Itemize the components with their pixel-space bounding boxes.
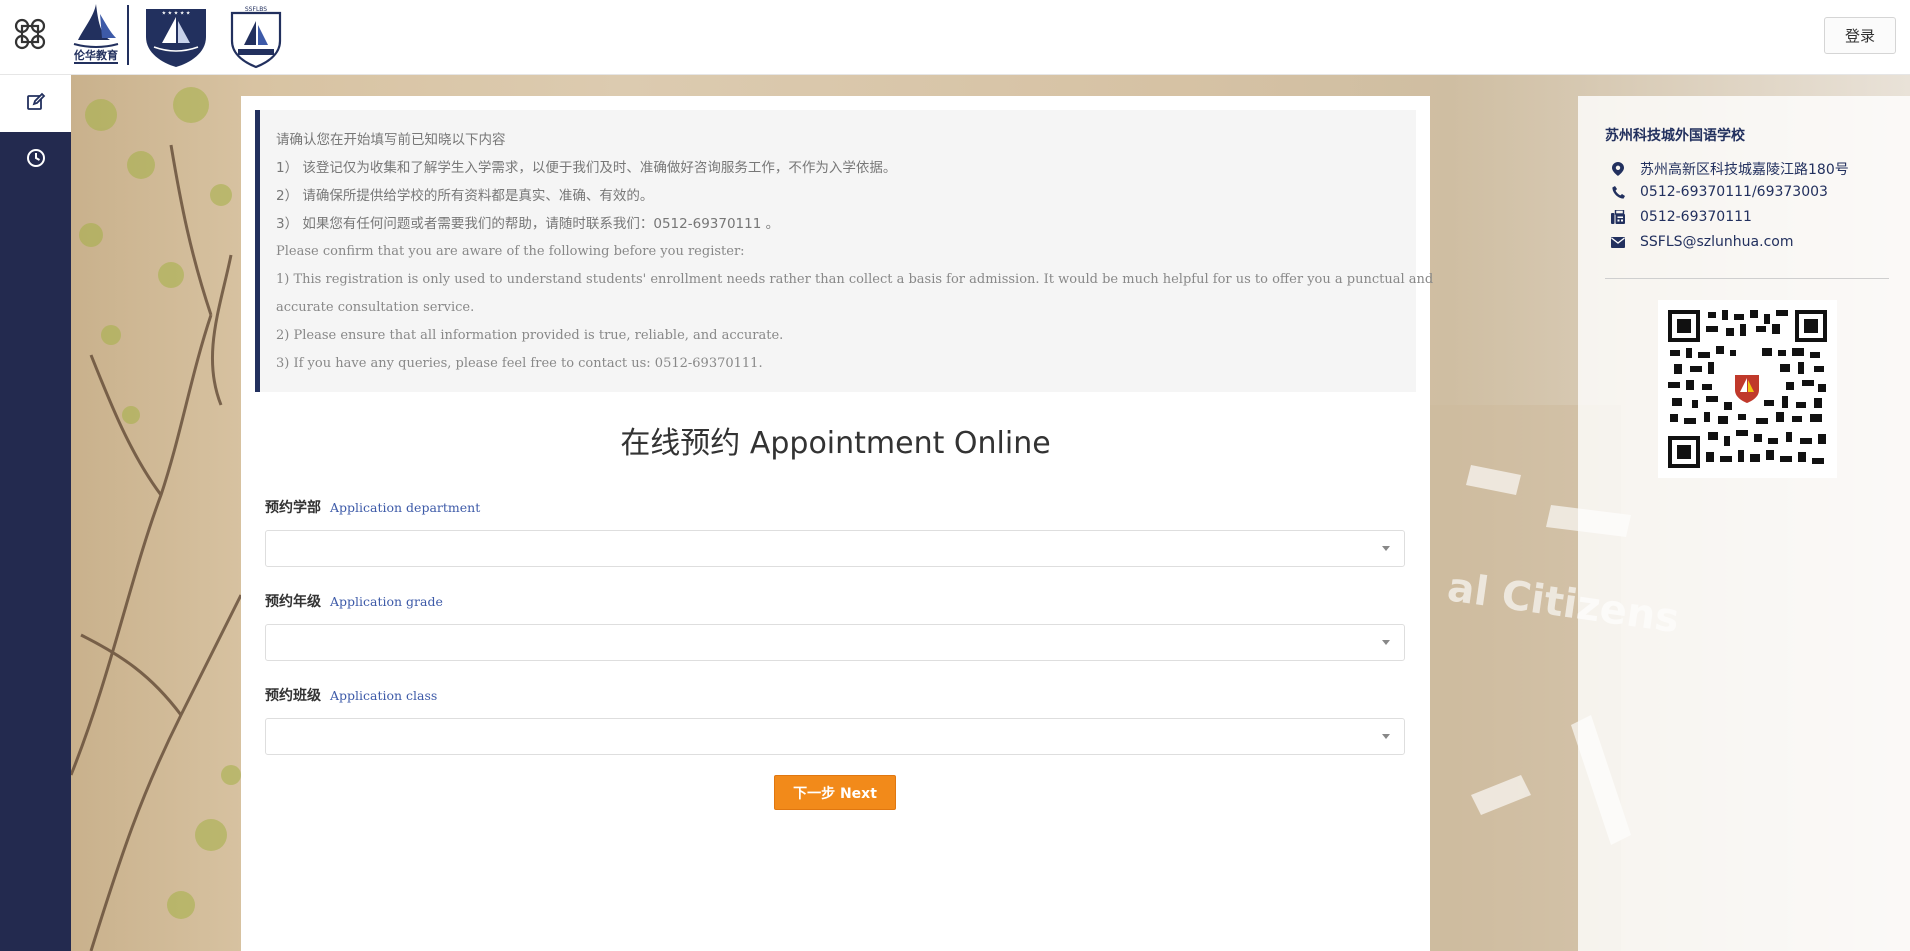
login-button[interactable]: 登录 (1824, 17, 1896, 54)
grade-label: 预约年级 Application grade (265, 594, 443, 610)
email-link[interactable]: SSFLS@szlunhua.com (1640, 234, 1793, 250)
fax-row: 0512-69370111 (1610, 209, 1752, 225)
left-sidebar (0, 75, 71, 951)
logo-divider (127, 5, 129, 65)
contact-divider (1605, 278, 1889, 279)
lunhua-logo: 伦华教育 (70, 2, 122, 68)
notice-line-en: 3) If you have any queries, please feel … (276, 356, 763, 371)
department-select[interactable] (265, 530, 1405, 567)
grade-select[interactable] (265, 624, 1405, 661)
svg-text:★ ★ ★ ★ ★: ★ ★ ★ ★ ★ (162, 11, 191, 17)
notice-line-en: Please confirm that you are aware of the… (276, 244, 745, 259)
map-marker-icon (1610, 161, 1626, 177)
notice-line: 2） 请确保所提供给学校的所有资料都是真实、准确、有效的。 (276, 188, 654, 204)
chevron-down-icon (1382, 734, 1390, 739)
phone-icon (1610, 184, 1626, 200)
logo3-text: SSFLBS (245, 6, 267, 13)
chevron-down-icon (1382, 640, 1390, 645)
notice-line: 请确认您在开始填写前已知晓以下内容 (276, 132, 506, 148)
page-title: 在线预约 Appointment Online (620, 426, 1051, 461)
class-select[interactable] (265, 718, 1405, 755)
sidebar-item-history[interactable] (0, 135, 71, 185)
qr-code (1658, 300, 1837, 478)
school-crest-logo: ★ ★ ★ ★ ★ (138, 3, 214, 69)
ssflbs-shield-logo: SSFLBS (226, 5, 286, 69)
contact-panel: 苏州科技城外国语学校 苏州高新区科技城嘉陵江路180号 0512-6937011… (1578, 96, 1910, 951)
phone-row: 0512-69370111/69373003 (1610, 184, 1828, 200)
appointment-card: 请确认您在开始填写前已知晓以下内容 1） 该登记仅为收集和了解学生入学需求，以便… (241, 96, 1434, 951)
clock-icon (26, 148, 46, 172)
class-label: 预约班级 Application class (265, 688, 438, 704)
email-row: SSFLS@szlunhua.com (1610, 234, 1793, 250)
notice-line-en: accurate consultation service. (276, 300, 475, 315)
notice-line-en: 2) Please ensure that all information pr… (276, 328, 784, 343)
school-name: 苏州科技城外国语学校 (1605, 128, 1745, 144)
notice-line-en: 1) This registration is only used to und… (276, 272, 1434, 287)
notice-line: 3） 如果您有任何问题或者需要我们的帮助，请随时联系我们：0512-693701… (276, 216, 780, 232)
address-text: 苏州高新区科技城嘉陵江路180号 (1640, 162, 1849, 178)
chevron-down-icon (1382, 546, 1390, 551)
department-label: 预约学部 Application department (265, 500, 481, 516)
fax-text: 0512-69370111 (1640, 209, 1752, 225)
notice-box: 请确认您在开始填写前已知晓以下内容 1） 该登记仅为收集和了解学生入学需求，以便… (255, 110, 1434, 392)
logo1-text: 伦华教育 (74, 48, 118, 62)
address-row: 苏州高新区科技城嘉陵江路180号 (1610, 159, 1849, 179)
top-header: 伦华教育 ★ ★ ★ ★ ★ SSFLBS 登录 (0, 0, 1910, 75)
sidebar-item-appointment[interactable] (0, 75, 71, 132)
next-button[interactable]: 下一步 Next (774, 775, 896, 810)
fax-icon (1610, 209, 1626, 225)
edit-icon (26, 92, 46, 116)
notice-line: 1） 该登记仅为收集和了解学生入学需求，以便于我们及时、准确做好咨询服务工作，不… (276, 160, 897, 176)
envelope-icon (1610, 234, 1626, 250)
phone-text: 0512-69370111/69373003 (1640, 184, 1828, 200)
menu-icon[interactable] (12, 16, 48, 52)
